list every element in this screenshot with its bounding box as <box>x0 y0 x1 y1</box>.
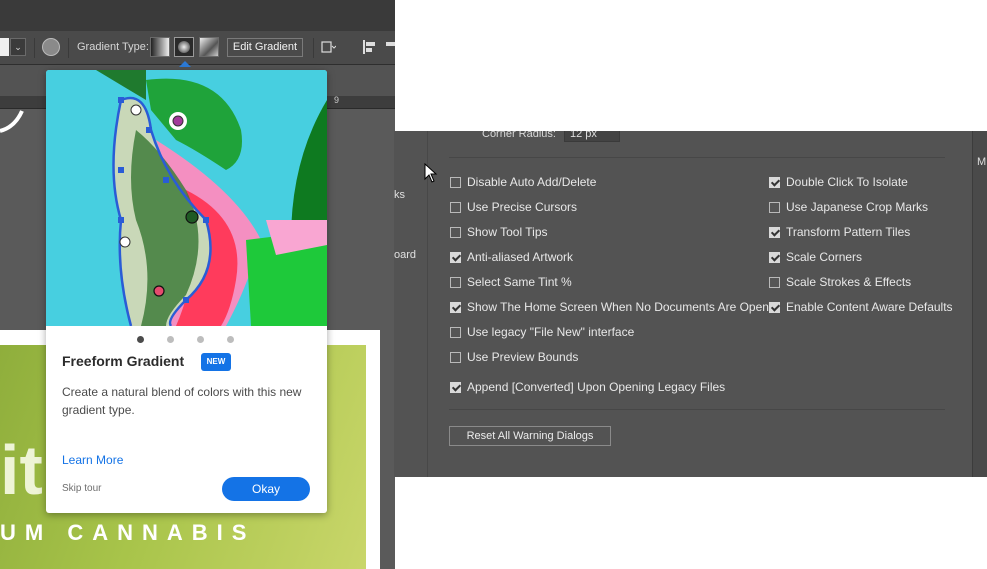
align-center-icon[interactable] <box>385 39 395 55</box>
fill-dropdown[interactable]: ⌄ <box>10 38 26 56</box>
radial-gradient-icon[interactable] <box>174 37 194 57</box>
use-japanese-crop-marks-checkbox[interactable]: Use Japanese Crop Marks <box>769 200 928 214</box>
checkbox-box[interactable] <box>450 351 461 363</box>
okay-button[interactable]: Okay <box>222 477 310 501</box>
checkbox-box[interactable] <box>450 381 461 393</box>
artwork-brand-text: UM CANNABIS <box>0 520 256 545</box>
section-divider <box>449 157 945 158</box>
use-legacy-file-new-checkbox[interactable]: Use legacy "File New" interface <box>450 325 634 339</box>
toolbar-divider <box>34 38 35 58</box>
scale-corners-checkbox[interactable]: Scale Corners <box>769 250 862 264</box>
show-home-screen-checkbox[interactable]: Show The Home Screen When No Documents A… <box>450 300 769 314</box>
use-preview-bounds-checkbox[interactable]: Use Preview Bounds <box>450 350 578 364</box>
new-badge: NEW <box>201 353 231 371</box>
freeform-gradient-icon[interactable] <box>199 37 219 57</box>
align-left-icon[interactable] <box>362 39 378 55</box>
artwork-fragment-icon <box>0 110 24 133</box>
anti-aliased-artwork-checkbox[interactable]: Anti-aliased Artwork <box>450 250 573 264</box>
checkbox-box[interactable] <box>769 276 780 288</box>
illustrator-workspace: ⌄ Gradient Type: Edit Gradient 9 it UM C… <box>0 0 395 569</box>
corner-radius-field[interactable]: 12 px <box>564 131 620 142</box>
mouse-cursor-icon <box>424 163 438 183</box>
checkbox-box[interactable] <box>769 201 780 213</box>
recolor-icon[interactable] <box>42 38 60 56</box>
menu-area <box>0 0 395 31</box>
reset-warning-dialogs-button[interactable]: Reset All Warning Dialogs <box>449 426 611 446</box>
tour-page-dot[interactable] <box>137 336 144 343</box>
right-panel-label: M <box>977 156 987 168</box>
use-precise-cursors-checkbox[interactable]: Use Precise Cursors <box>450 200 577 214</box>
skip-tour-link[interactable]: Skip tour <box>62 483 101 494</box>
checkbox-box[interactable] <box>769 226 780 238</box>
checkbox-box[interactable] <box>450 276 461 288</box>
append-converted-checkbox[interactable]: Append [Converted] Upon Opening Legacy F… <box>450 380 725 394</box>
gradient-type-label: Gradient Type: <box>77 41 149 53</box>
checkbox-box[interactable] <box>769 251 780 263</box>
tour-illustration <box>46 70 327 326</box>
sidebar-item-fragment[interactable]: oard <box>394 249 416 261</box>
tour-card-title: Freeform Gradient <box>62 353 185 369</box>
toolbar-divider <box>313 38 314 58</box>
select-same-tint-checkbox[interactable]: Select Same Tint % <box>450 275 572 289</box>
show-tool-tips-checkbox[interactable]: Show Tool Tips <box>450 225 548 239</box>
tour-page-dot[interactable] <box>167 336 174 343</box>
checkbox-box[interactable] <box>450 201 461 213</box>
freeform-gradient-illustration <box>46 70 327 326</box>
right-panel-strip: M <box>972 131 987 477</box>
enable-content-aware-defaults-checkbox[interactable]: Enable Content Aware Defaults <box>769 300 953 314</box>
tour-card-description: Create a natural blend of colors with th… <box>62 385 302 417</box>
linear-gradient-icon[interactable] <box>150 37 170 57</box>
double-click-to-isolate-checkbox[interactable]: Double Click To Isolate <box>769 175 908 189</box>
checkbox-box[interactable] <box>450 176 461 188</box>
preferences-dialog: ks oard Corner Radius: 12 px Disable Aut… <box>394 131 987 477</box>
ruler-mark: 9 <box>334 95 340 105</box>
section-divider <box>449 409 945 410</box>
scale-strokes-effects-checkbox[interactable]: Scale Strokes & Effects <box>769 275 911 289</box>
tour-card: Freeform Gradient NEW Create a natural b… <box>46 70 327 513</box>
sidebar-item-fragment[interactable]: ks <box>394 189 405 201</box>
corner-radius-label: Corner Radius: <box>482 131 556 140</box>
tour-pointer <box>179 61 191 67</box>
tour-page-dot[interactable] <box>227 336 234 343</box>
artwork-logo-text: it <box>0 431 43 509</box>
edit-gradient-button[interactable]: Edit Gradient <box>227 38 303 57</box>
learn-more-link[interactable]: Learn More <box>62 453 123 467</box>
tour-page-dot[interactable] <box>197 336 204 343</box>
fill-swatch[interactable] <box>0 38 9 56</box>
checkbox-box[interactable] <box>769 176 780 188</box>
transform-icon[interactable] <box>320 39 336 55</box>
checkbox-box[interactable] <box>450 251 461 263</box>
checkbox-box[interactable] <box>450 326 461 338</box>
tour-pagination <box>46 336 327 344</box>
checkbox-box[interactable] <box>769 301 780 313</box>
checkbox-box[interactable] <box>450 301 461 313</box>
toolbar-divider <box>68 38 69 58</box>
disable-auto-add-delete-checkbox[interactable]: Disable Auto Add/Delete <box>450 175 596 189</box>
transform-pattern-tiles-checkbox[interactable]: Transform Pattern Tiles <box>769 225 910 239</box>
checkbox-box[interactable] <box>450 226 461 238</box>
